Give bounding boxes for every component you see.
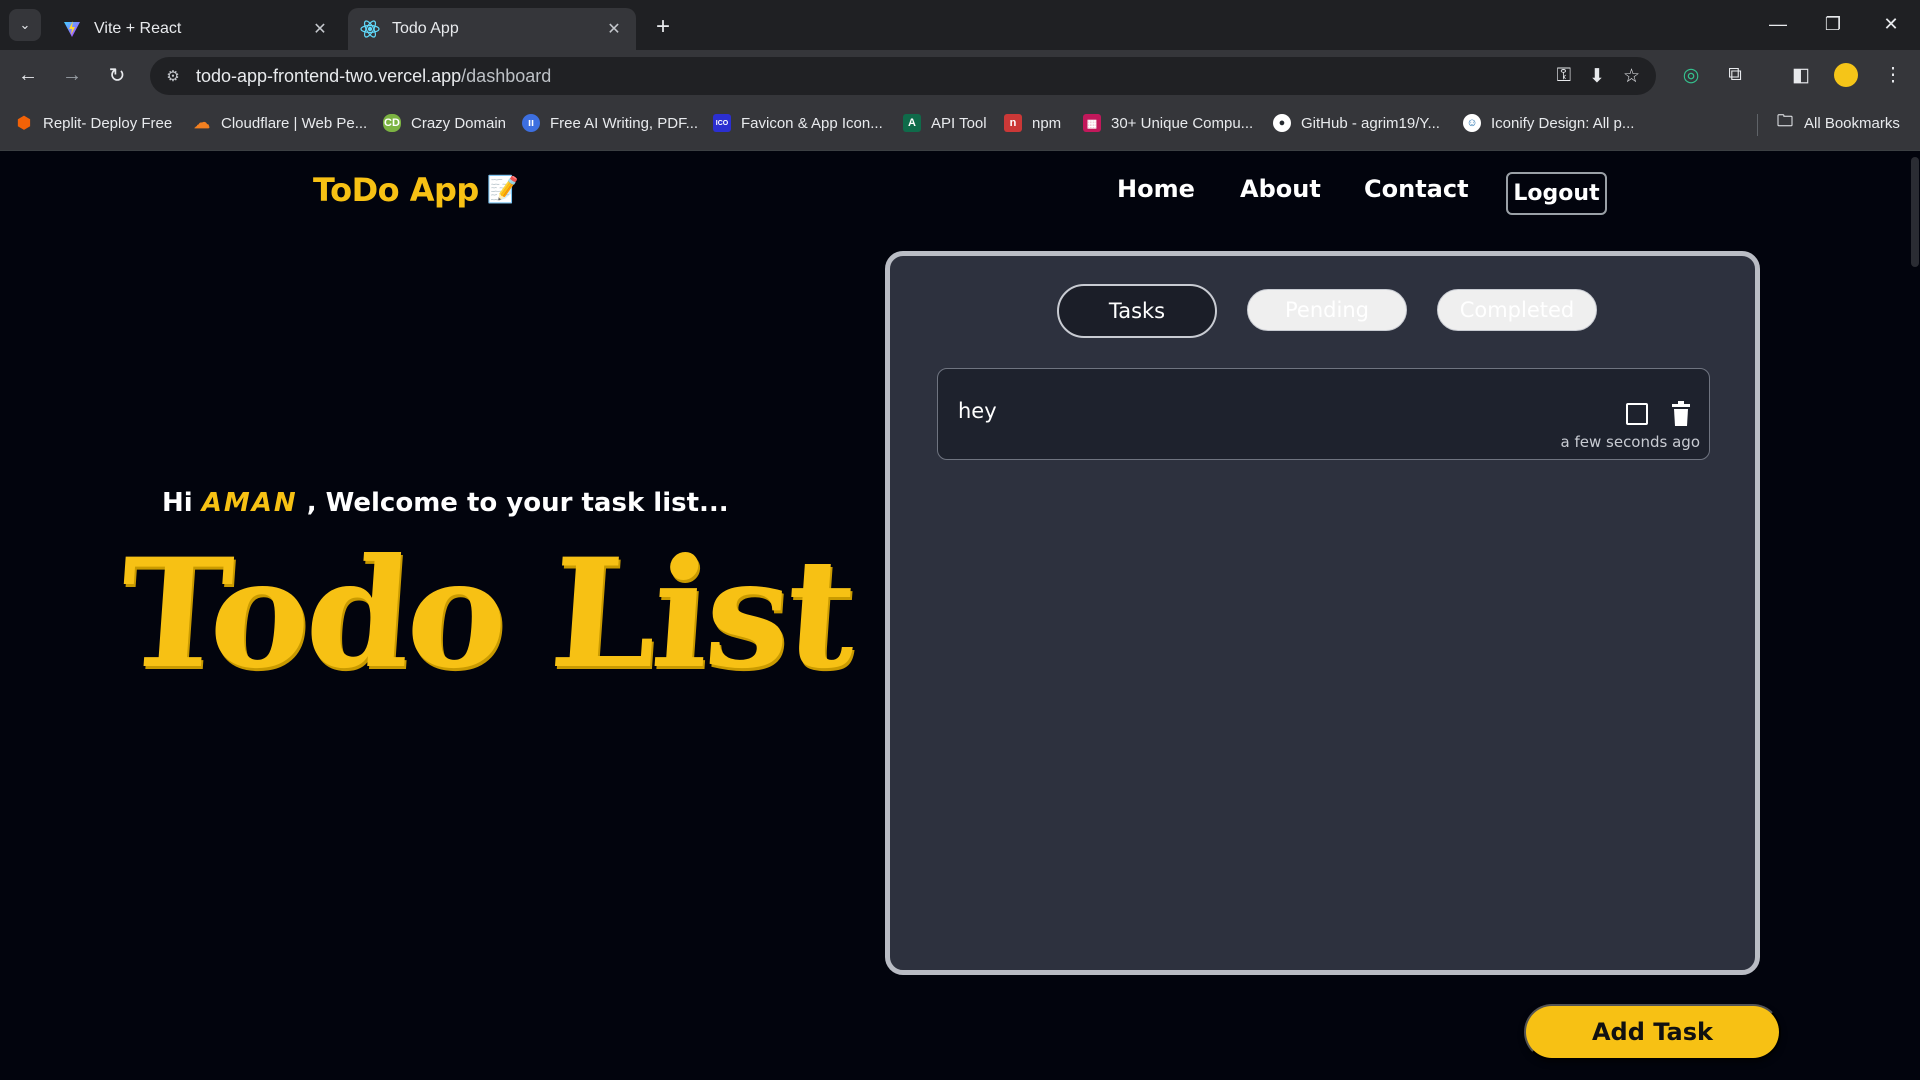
bookmark-replit[interactable]: ⬢ Replit- Deploy Free — [15, 114, 172, 133]
crazydomain-icon: CD — [383, 114, 401, 132]
side-panel-icon[interactable]: ◧ — [1786, 60, 1816, 90]
brand-title: ToDo App — [313, 171, 479, 209]
bookmark-unique-compu[interactable]: ▦ 30+ Unique Compu... — [1083, 114, 1253, 132]
scrollbar-thumb[interactable] — [1911, 157, 1919, 267]
menu-kebab-icon[interactable]: ⋮ — [1878, 60, 1908, 90]
tab-title: Vite + React — [94, 20, 182, 37]
restore-icon[interactable]: ❐ — [1810, 6, 1856, 42]
tab-todo-app[interactable]: Todo App ✕ — [348, 8, 636, 50]
task-timestamp: a few seconds ago — [1560, 433, 1700, 451]
address-bar[interactable]: ⚙ todo-app-frontend-two.vercel.app/dashb… — [150, 57, 1656, 95]
add-task-button[interactable]: Add Task — [1524, 1004, 1781, 1060]
nav-about[interactable]: About — [1240, 175, 1321, 203]
page-scrollbar[interactable] — [1910, 151, 1920, 271]
react-icon — [360, 19, 380, 39]
cloudflare-icon: ☁ — [194, 115, 210, 132]
vite-icon — [62, 19, 82, 39]
url-text[interactable]: todo-app-frontend-two.vercel.app/dashboa… — [196, 66, 551, 87]
site-info-icon[interactable]: ⚙ — [162, 67, 184, 85]
browser-chrome: ⌄ Vite + React ✕ Todo App ✕ + — ❐ ✕ ← → … — [0, 0, 1920, 151]
task-text: hey — [958, 399, 997, 423]
user-name: AMAN — [201, 488, 298, 518]
bookmark-ai-writing[interactable]: ıı Free AI Writing, PDF... — [522, 114, 698, 132]
logout-button[interactable]: Logout — [1506, 172, 1607, 215]
github-icon: ● — [1273, 114, 1291, 132]
replit-icon: ⬢ — [17, 115, 31, 132]
back-icon[interactable]: ← — [12, 59, 44, 91]
close-icon[interactable]: ✕ — [604, 19, 624, 39]
bookmark-star-icon[interactable]: ☆ — [1623, 65, 1640, 88]
app-page: ToDo App 📝 Home About Contact Logout Hi … — [0, 151, 1920, 1080]
all-bookmarks-button[interactable]: 🗀 All Bookmarks — [1776, 112, 1900, 132]
tab-title: Todo App — [392, 20, 459, 37]
task-panel: Tasks Pending Completed hey a few second… — [885, 251, 1760, 975]
unique-icon: ▦ — [1083, 114, 1101, 132]
task-item: hey a few seconds ago — [937, 368, 1710, 460]
bookmark-crazy-domain[interactable]: CD Crazy Domain — [383, 114, 506, 132]
profile-avatar[interactable] — [1831, 60, 1861, 90]
minimize-icon[interactable]: — — [1755, 6, 1801, 42]
bookmark-iconify[interactable]: ☺ Iconify Design: All p... — [1463, 114, 1634, 132]
hero-title: Todo List — [113, 526, 858, 702]
filter-pending-button[interactable]: Pending — [1247, 289, 1407, 331]
tab-strip: ⌄ Vite + React ✕ Todo App ✕ + — ❐ ✕ — [0, 0, 1920, 50]
new-tab-button[interactable]: + — [648, 12, 678, 42]
bookmarks-bar: ⬢ Replit- Deploy Free ☁ Cloudflare | Web… — [0, 100, 1920, 151]
bookmark-favicon[interactable]: ICO Favicon & App Icon... — [713, 114, 883, 132]
memo-icon: 📝 — [486, 175, 519, 205]
tab-vite-react[interactable]: Vite + React ✕ — [50, 8, 342, 50]
bookmark-npm[interactable]: n npm — [1004, 114, 1061, 132]
bookmark-github[interactable]: ● GitHub - agrim19/Y... — [1273, 114, 1440, 132]
app-brand[interactable]: ToDo App 📝 — [313, 171, 519, 209]
bookmark-cloudflare[interactable]: ☁ Cloudflare | Web Pe... — [193, 114, 367, 133]
trash-icon[interactable] — [1670, 401, 1692, 427]
bookmark-api-tool[interactable]: A API Tool — [903, 114, 987, 132]
address-bar-icons: ⚿ ⬇ ☆ — [1557, 65, 1640, 88]
reload-icon[interactable]: ↻ — [101, 59, 133, 91]
folder-icon: 🗀 — [1776, 112, 1793, 130]
nav-home[interactable]: Home — [1117, 175, 1195, 203]
extensions-puzzle-icon[interactable]: ⧉ — [1720, 60, 1750, 90]
password-key-icon[interactable]: ⚿ — [1557, 65, 1571, 88]
install-app-icon[interactable]: ⬇ — [1589, 65, 1605, 88]
npm-icon: n — [1004, 114, 1022, 132]
api-tool-icon: A — [903, 114, 921, 132]
filter-tasks-button[interactable]: Tasks — [1057, 284, 1217, 338]
browser-toolbar: ← → ↻ ⚙ todo-app-frontend-two.vercel.app… — [0, 50, 1920, 100]
extension-icon[interactable]: ◎ — [1676, 60, 1706, 90]
bookmarks-divider — [1757, 114, 1758, 136]
filter-completed-button[interactable]: Completed — [1437, 289, 1597, 331]
forward-icon[interactable]: → — [56, 59, 88, 91]
tab-search-button[interactable]: ⌄ — [9, 9, 41, 41]
close-icon[interactable]: ✕ — [310, 19, 330, 39]
iconify-icon: ☺ — [1463, 114, 1481, 132]
favicon-icon: ICO — [713, 114, 731, 132]
task-complete-checkbox[interactable] — [1626, 403, 1648, 425]
window-close-icon[interactable]: ✕ — [1868, 6, 1914, 42]
welcome-message: Hi AMAN , Welcome to your task list... — [162, 488, 729, 518]
ai-writing-icon: ıı — [522, 114, 540, 132]
nav-contact[interactable]: Contact — [1364, 175, 1469, 203]
